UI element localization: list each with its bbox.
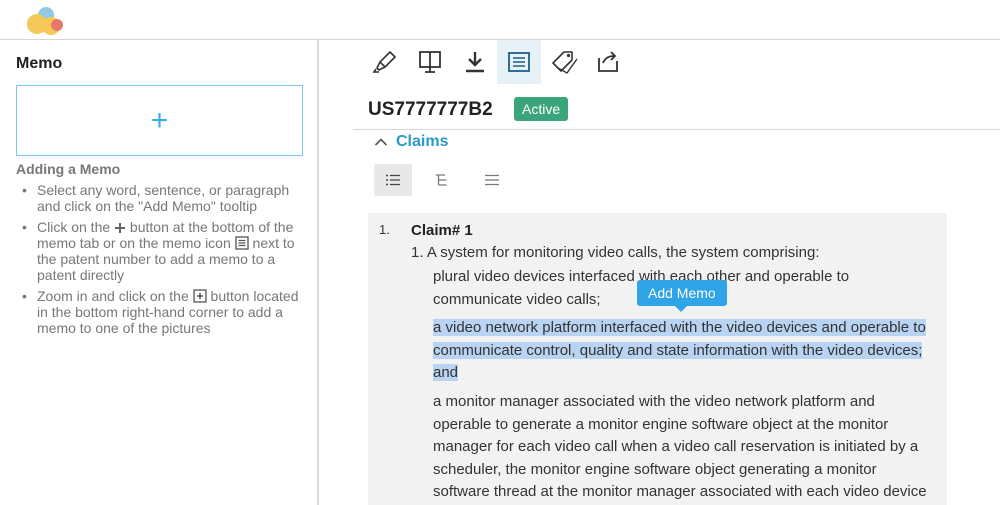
highlighter-icon [372,51,396,73]
patent-number: US7777777B2 [368,99,493,120]
sidebar-title: Memo [16,55,63,72]
claims-panel: 1. Claim# 1 1. A system for monitoring v… [368,213,947,505]
tags-icon [552,51,578,74]
export-button[interactable] [587,40,631,84]
app-logo [27,7,63,35]
picture-memo-icon [192,289,207,303]
help-list: Select any word, sentence, or paragraph … [16,182,308,341]
claim-item-number: 1. [379,222,390,237]
chevron-up-icon [374,138,388,146]
download-button[interactable] [453,40,497,84]
tree-view-icon [436,174,447,186]
help-item: Zoom in and click on the button located … [16,288,308,336]
main-panel: US7777777B2 Active Claims 1. Claim# 1 1.… [321,40,1000,505]
list-view-icon [386,174,400,186]
claim-clause-selected[interactable]: a video network platform interfaced with… [433,317,926,385]
plus-icon [115,223,126,233]
claims-section-toggle[interactable]: Claims [374,133,448,151]
compare-icon [419,51,441,73]
claim-intro: 1. A system for monitoring video calls, … [411,244,820,261]
add-memo-box[interactable]: + [16,85,303,156]
divider [353,129,1000,130]
memo-tab-button[interactable] [497,40,541,84]
plain-view-button[interactable] [473,164,511,196]
help-item: Select any word, sentence, or paragraph … [16,182,308,214]
list-view-button[interactable] [374,164,412,196]
compare-button[interactable] [408,40,452,84]
top-bar [0,0,1000,40]
help-item: Click on the button at the bottom of the… [16,219,308,283]
tree-view-button[interactable] [423,164,461,196]
plain-view-icon [485,174,499,186]
claim-heading: Claim# 1 [411,222,473,239]
add-memo-tooltip[interactable]: Add Memo [637,280,727,312]
tags-button[interactable] [542,40,586,84]
toolbar [321,40,1000,84]
plus-icon: + [150,103,169,137]
export-icon [598,51,618,72]
status-badge: Active [514,97,569,121]
highlighter-button[interactable] [363,40,407,84]
memo-icon [235,236,249,250]
memo-sidebar: Memo + Adding a Memo Select any word, se… [0,40,319,505]
claim-clause[interactable]: a monitor manager associated with the vi… [433,391,927,504]
download-icon [466,52,484,73]
help-title: Adding a Memo [16,161,121,177]
memo-icon [508,52,530,72]
claims-title: Claims [396,133,449,150]
